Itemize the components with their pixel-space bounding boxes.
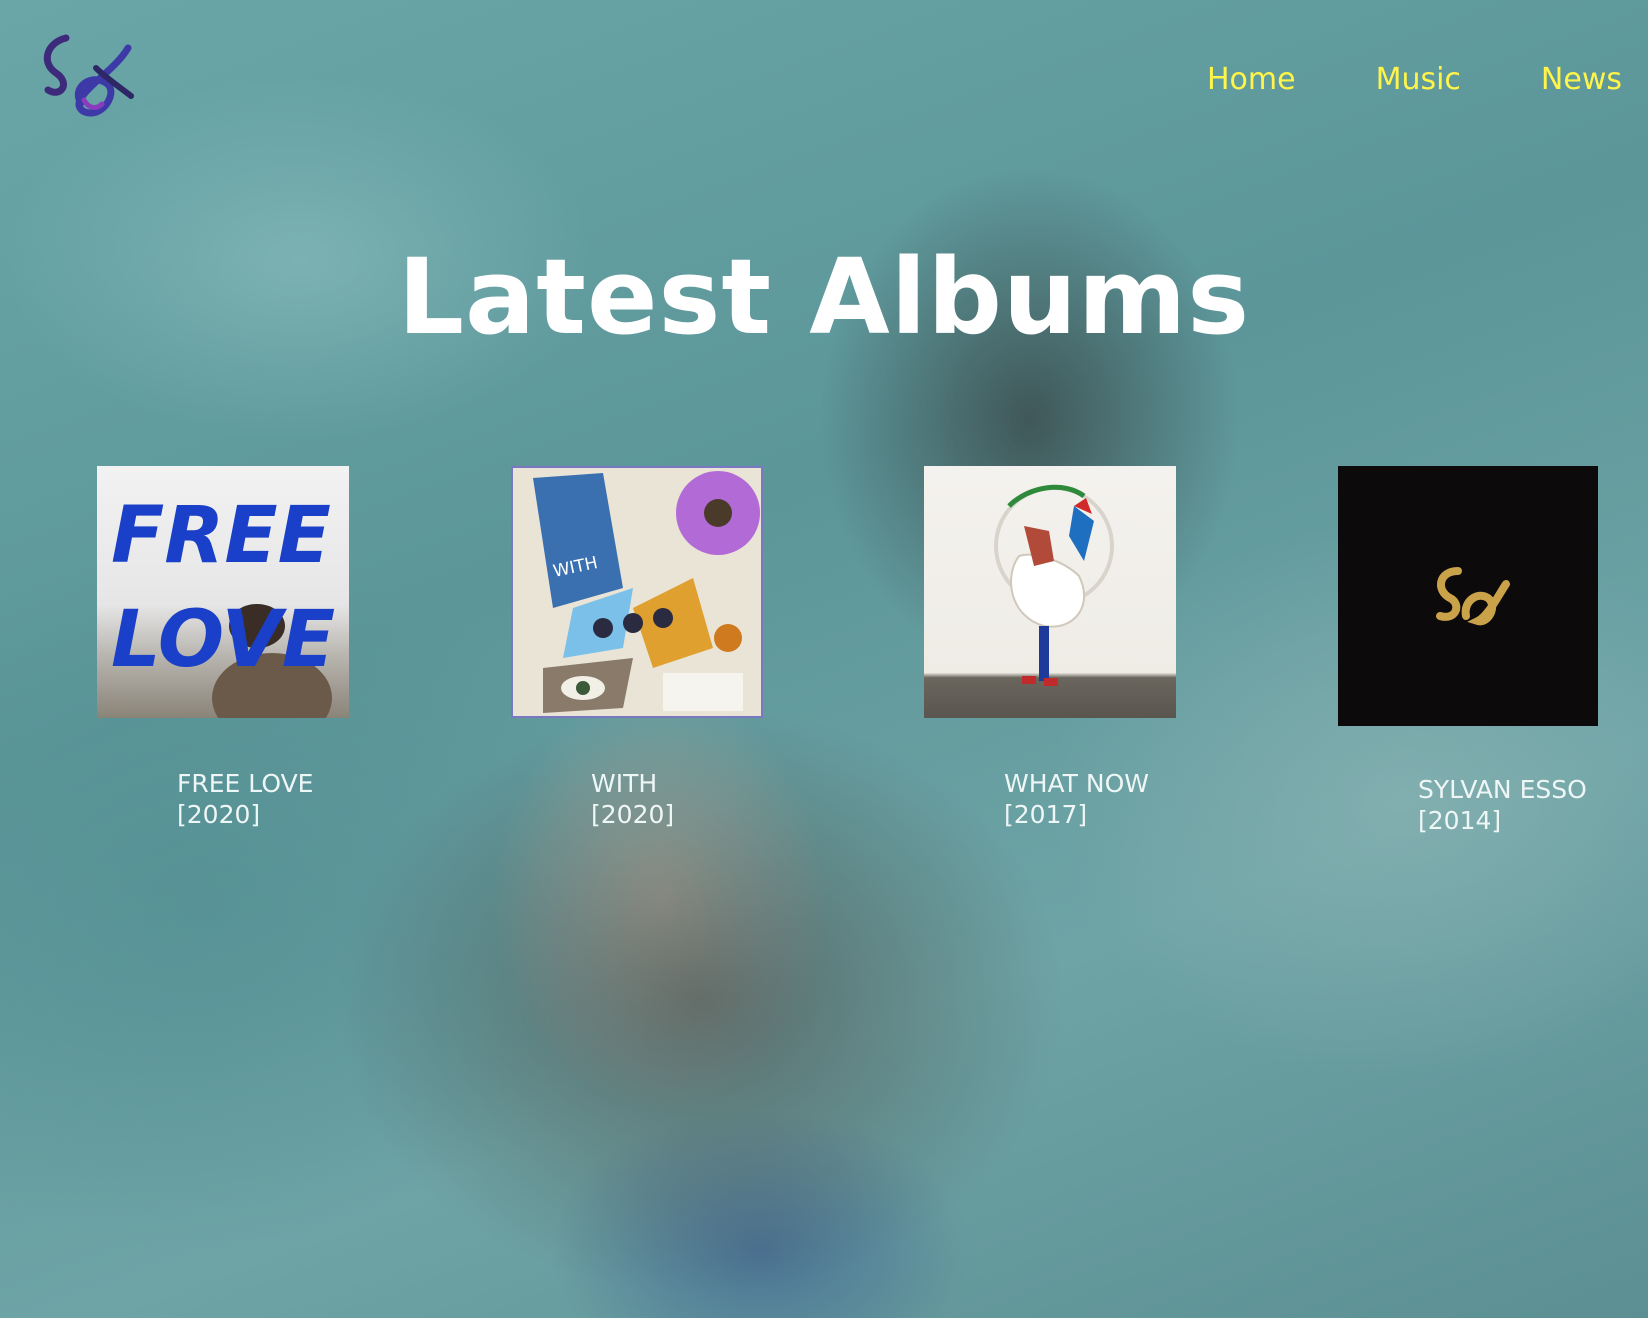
site-logo[interactable] <box>36 28 136 128</box>
album-card-free-love[interactable]: FREE LOVE FREE LOVE [2020] <box>97 466 349 829</box>
album-title: FREE LOVE <box>177 769 314 798</box>
cover-text: LOVE <box>111 595 335 685</box>
album-label: SYLVAN ESSO [2014] <box>1418 774 1598 836</box>
album-title: WITH <box>591 769 658 798</box>
album-card-sylvan-esso[interactable]: SYLVAN ESSO [2014] <box>1338 466 1598 846</box>
se-gold-logo-icon <box>1436 567 1510 626</box>
album-label: WITH [2020] <box>591 768 771 830</box>
album-title: SYLVAN ESSO <box>1418 775 1587 804</box>
nav-music-link[interactable]: Music <box>1376 62 1461 97</box>
album-cover-with[interactable]: WITH <box>511 466 763 718</box>
nav-news-link[interactable]: News <box>1541 62 1622 97</box>
album-year: [2020] <box>591 800 675 829</box>
album-cover-free-love[interactable]: FREE LOVE <box>97 466 349 718</box>
main-nav: Home Music News <box>1207 62 1622 97</box>
album-label: FREE LOVE [2020] <box>177 768 357 830</box>
album-card-what-now[interactable]: WHAT NOW [2017] <box>924 466 1176 829</box>
album-card-with[interactable]: WITH WITH [2020] <box>511 466 763 829</box>
album-label: WHAT NOW [2017] <box>1004 768 1184 830</box>
cover-text: FREE <box>111 491 331 581</box>
album-cover-sylvan-esso[interactable] <box>1338 466 1598 726</box>
what-now-artwork-icon <box>994 484 1114 686</box>
se-logo-icon <box>43 34 134 117</box>
album-year: [2017] <box>1004 800 1088 829</box>
with-collage-artwork-icon: WITH <box>533 471 760 713</box>
album-year: [2020] <box>177 800 261 829</box>
album-year: [2014] <box>1418 806 1502 835</box>
page-title: Latest Albums <box>397 236 1251 358</box>
nav-home-link[interactable]: Home <box>1207 62 1296 97</box>
album-title: WHAT NOW <box>1004 769 1149 798</box>
album-cover-what-now[interactable] <box>924 466 1176 718</box>
free-love-artwork-icon: FREE LOVE <box>111 491 335 718</box>
